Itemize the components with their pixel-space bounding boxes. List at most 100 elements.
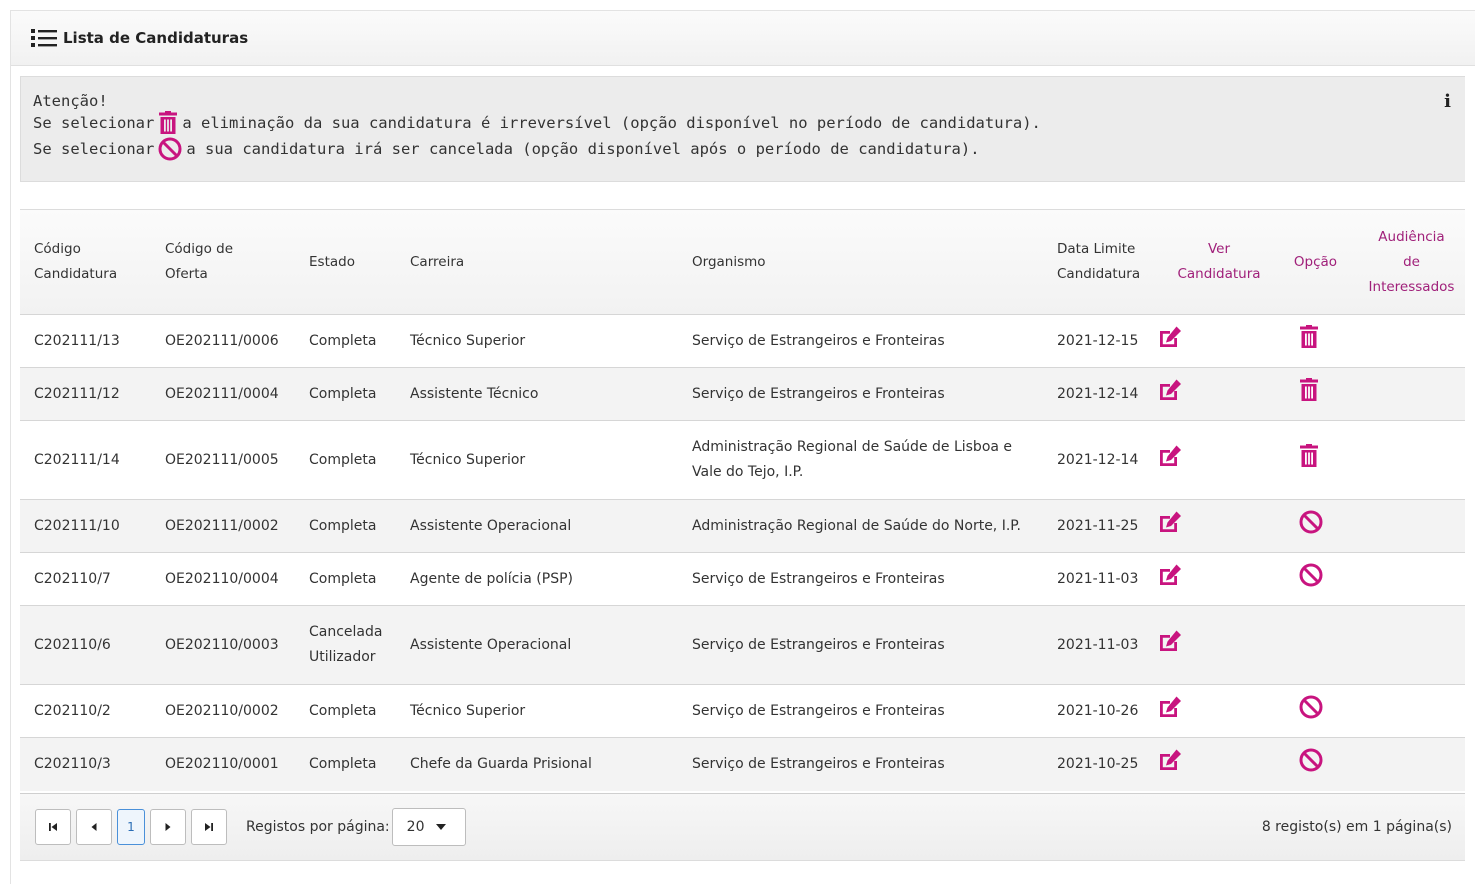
table-row: C202111/14 OE202111/0005 Completa Técnico S… <box>20 420 1465 500</box>
per-page-select[interactable]: 20 <box>391 808 466 846</box>
cell-organismo: Serviço de Estrangeiros e Fronteiras <box>692 702 945 719</box>
last-page-icon <box>205 823 213 831</box>
cell-data-limite: 2021-12-14 <box>1057 385 1139 402</box>
page-title: Lista de Candidaturas <box>63 29 249 47</box>
alert-line2-prefix: Se selecionar <box>33 140 155 158</box>
col-oferta[interactable]: Código de Oferta <box>151 209 295 315</box>
last-page-button[interactable] <box>191 809 227 845</box>
cell-data-limite: 2021-10-26 <box>1057 702 1139 719</box>
cell-organismo: Serviço de Estrangeiros e Fronteiras <box>692 385 945 402</box>
edit-icon[interactable] <box>1157 510 1183 534</box>
cancel-candidatura-icon[interactable] <box>1299 748 1323 776</box>
table-row: C202111/13 OE202111/0006 Completa Técnico S… <box>20 314 1465 368</box>
alert-line2-suffix: a sua candidatura irá ser cancelada (opç… <box>186 140 980 158</box>
edit-icon[interactable] <box>1157 444 1183 468</box>
cell-audiencia <box>1350 685 1465 738</box>
edit-icon[interactable] <box>1157 629 1183 653</box>
cell-audiencia <box>1350 368 1465 421</box>
col-ver-candidatura[interactable]: Ver Candidatura <box>1157 209 1273 315</box>
cell-oferta: OE202110/0001 <box>165 755 279 772</box>
col-opcao[interactable]: Opção <box>1273 209 1350 315</box>
next-page-button[interactable] <box>150 809 186 845</box>
ban-icon <box>158 137 182 161</box>
alert-title: Atenção! <box>33 92 108 110</box>
records-info: 8 registo(s) em 1 página(s) <box>1261 819 1452 835</box>
cell-audiencia <box>1350 738 1465 791</box>
cell-oferta: OE202111/0004 <box>165 385 279 402</box>
cell-organismo: Serviço de Estrangeiros e Fronteiras <box>692 755 945 772</box>
cell-data-limite: 2021-12-15 <box>1057 332 1139 349</box>
cell-estado: Cancelada Utilizador <box>309 624 383 665</box>
cancel-candidatura-icon[interactable] <box>1299 695 1323 723</box>
edit-icon[interactable] <box>1157 378 1183 402</box>
col-audiencia[interactable]: Audiência de Interessados <box>1350 209 1465 315</box>
cell-oferta: OE202110/0004 <box>165 570 279 587</box>
alert-line-cancel: Se selecionar a sua candidatura irá ser … <box>33 136 1453 162</box>
alert-line1-suffix: a eliminação da sua candidatura é irreve… <box>182 114 1041 132</box>
table-row: C202111/10 OE202111/0002 Completa Assistent… <box>20 499 1465 553</box>
cell-codigo: C202110/7 <box>34 570 111 587</box>
cell-opcao <box>1273 368 1350 421</box>
cell-estado: Completa <box>309 570 377 587</box>
col-carreira[interactable]: Carreira <box>396 209 678 315</box>
cell-carreira: Técnico Superior <box>410 332 526 349</box>
delete-candidatura-icon[interactable] <box>1299 443 1319 472</box>
trash-icon <box>158 111 178 135</box>
cell-codigo: C202111/12 <box>34 385 120 402</box>
cell-organismo: Serviço de Estrangeiros e Fronteiras <box>692 636 945 653</box>
cell-estado: Completa <box>309 332 377 349</box>
cell-opcao <box>1273 421 1350 500</box>
cell-oferta: OE202111/0002 <box>165 517 279 534</box>
edit-icon[interactable] <box>1157 325 1183 349</box>
cell-codigo: C202111/14 <box>34 451 120 468</box>
alert-line-delete: Se selecionar a eliminação da sua candid… <box>33 110 1453 136</box>
cell-audiencia <box>1350 315 1465 368</box>
alert-line1-prefix: Se selecionar <box>33 114 155 132</box>
cell-data-limite: 2021-11-03 <box>1057 570 1139 587</box>
edit-icon[interactable] <box>1157 563 1183 587</box>
cancel-candidatura-icon[interactable] <box>1299 510 1323 538</box>
cell-ver <box>1157 500 1273 553</box>
cell-estado: Completa <box>309 451 377 468</box>
cell-data-limite: 2021-10-25 <box>1057 755 1139 772</box>
cell-codigo: C202110/6 <box>34 636 111 653</box>
edit-icon[interactable] <box>1157 695 1183 719</box>
col-estado[interactable]: Estado <box>295 209 396 315</box>
cell-codigo: C202111/10 <box>34 517 120 534</box>
delete-candidatura-icon[interactable] <box>1299 324 1319 353</box>
edit-icon[interactable] <box>1157 748 1183 772</box>
info-icon[interactable]: i <box>1444 89 1451 115</box>
per-page-value: 20 <box>406 819 425 835</box>
cell-oferta: OE202111/0006 <box>165 332 279 349</box>
candidaturas-table: Código Candidatura Código de Oferta Estado… <box>20 209 1465 791</box>
cell-oferta: OE202111/0005 <box>165 451 279 468</box>
cell-audiencia <box>1350 500 1465 553</box>
cell-ver <box>1157 685 1273 738</box>
cell-codigo: C202110/2 <box>34 702 111 719</box>
cell-codigo: C202110/3 <box>34 755 111 772</box>
cell-estado: Completa <box>309 702 377 719</box>
cell-data-limite: 2021-12-14 <box>1057 451 1139 468</box>
table-row: C202110/2 OE202110/0002 Completa Técnico Su… <box>20 684 1465 738</box>
page-1-button[interactable]: 1 <box>117 809 145 845</box>
col-organismo[interactable]: Organismo <box>678 209 1043 315</box>
col-codigo[interactable]: Código Candidatura <box>20 209 151 315</box>
cell-estado: Completa <box>309 517 377 534</box>
cell-opcao <box>1273 606 1350 685</box>
cell-data-limite: 2021-11-25 <box>1057 517 1139 534</box>
cell-audiencia <box>1350 553 1465 606</box>
next-page-icon <box>165 823 171 831</box>
cancel-candidatura-icon[interactable] <box>1299 563 1323 591</box>
prev-page-button[interactable] <box>76 809 112 845</box>
cell-ver <box>1157 606 1273 685</box>
cell-oferta: OE202110/0002 <box>165 702 279 719</box>
delete-candidatura-icon[interactable] <box>1299 377 1319 406</box>
first-page-button[interactable] <box>35 809 71 845</box>
cell-carreira: Assistente Operacional <box>410 517 572 534</box>
list-icon <box>31 29 57 47</box>
cell-ver <box>1157 421 1273 500</box>
prev-page-icon <box>91 823 97 831</box>
cell-organismo: Serviço de Estrangeiros e Fronteiras <box>692 332 945 349</box>
cell-opcao <box>1273 738 1350 791</box>
col-data-limite[interactable]: Data Limite Candidatura <box>1043 209 1157 315</box>
